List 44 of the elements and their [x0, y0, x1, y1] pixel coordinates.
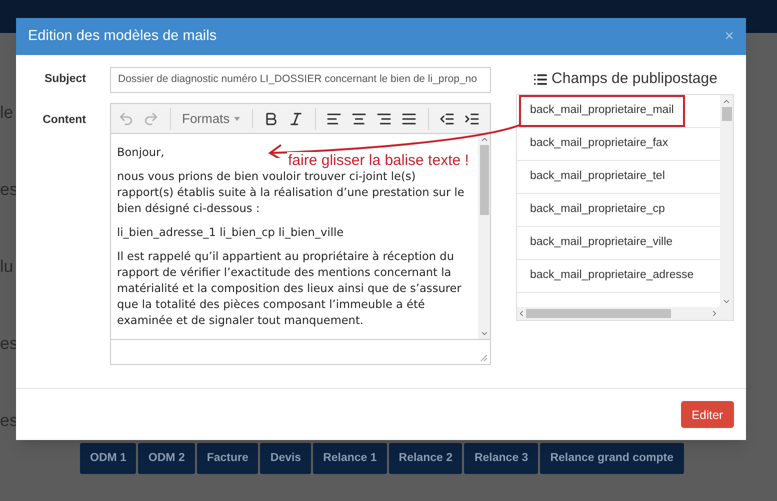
edit-button[interactable]: Editer: [680, 401, 734, 428]
editor-paragraph: Bonjour,: [117, 145, 164, 161]
resize-handle-icon[interactable]: [480, 354, 488, 362]
fields-title: Champs de publipostage: [552, 68, 718, 89]
template-button[interactable]: Relance grand compte: [540, 443, 684, 474]
scroll-up-icon: [722, 97, 731, 106]
scrollbar-thumb[interactable]: [526, 309, 671, 318]
list-scrollbar[interactable]: [720, 95, 733, 307]
align-right-icon: [376, 110, 392, 126]
scroll-right-icon: [710, 309, 719, 318]
italic-icon: [288, 110, 304, 126]
indent-icon: [464, 110, 480, 126]
template-button[interactable]: Relance 3: [464, 443, 538, 474]
horizontal-scrollbar[interactable]: [517, 307, 733, 320]
align-left-icon: [326, 110, 342, 126]
modal-title: Edition des modèles de mails: [28, 26, 217, 46]
template-button[interactable]: Devis: [260, 443, 312, 474]
editor-paragraph: Il est rappelé qu’il appartient au propriétaire à réception du rapport de vérifier l’exactitude des mentions concernant la matérialité et la composition des lieux ainsi que de s’assurer que la totalité des pièces composant l’immeuble a été examinée et de signaler tout manquement.: [117, 249, 462, 329]
align-center-icon: [350, 110, 367, 126]
content-label: Content: [42, 113, 86, 128]
scrollbar-thumb[interactable]: [480, 145, 488, 215]
editor-paragraph: li_bien_adresse_1 li_bien_cp li_bien_ville: [117, 225, 344, 241]
scroll-up-icon: [480, 135, 488, 144]
editor-paragraph: nous vous prions de bien vouloir trouver ci-joint le(s) rapport(s) établis suite à la réalisation d’une prestation sur le bien désigné ci-dessous :: [117, 169, 466, 217]
subject-label: Subject: [43, 72, 86, 88]
subject-field[interactable]: Dossier de diagnostic numéro LI_DOSSIER concernant le bien de li_prop_no: [110, 67, 491, 93]
outdent-icon: [438, 110, 455, 126]
list-icon: [532, 72, 548, 86]
caret-icon: [234, 116, 240, 120]
template-button[interactable]: ODM 1: [80, 443, 136, 474]
editor-scrollbar[interactable]: [478, 134, 490, 339]
template-button[interactable]: ODM 2: [138, 443, 195, 474]
scroll-down-icon: [722, 297, 731, 306]
formats-dropdown[interactable]: Formats: [178, 108, 244, 128]
scroll-left-icon: [517, 309, 526, 318]
template-button[interactable]: Relance 1: [313, 443, 387, 474]
template-button[interactable]: Relance 2: [388, 443, 462, 474]
scroll-down-icon: [480, 329, 488, 338]
template-button[interactable]: Facture: [196, 443, 258, 474]
redo-icon: [143, 110, 159, 126]
scrollbar-thumb[interactable]: [722, 107, 732, 121]
annotation-text: faire glisser la balise texte !: [287, 152, 470, 170]
justify-icon: [400, 110, 417, 126]
undo-icon: [118, 110, 134, 126]
